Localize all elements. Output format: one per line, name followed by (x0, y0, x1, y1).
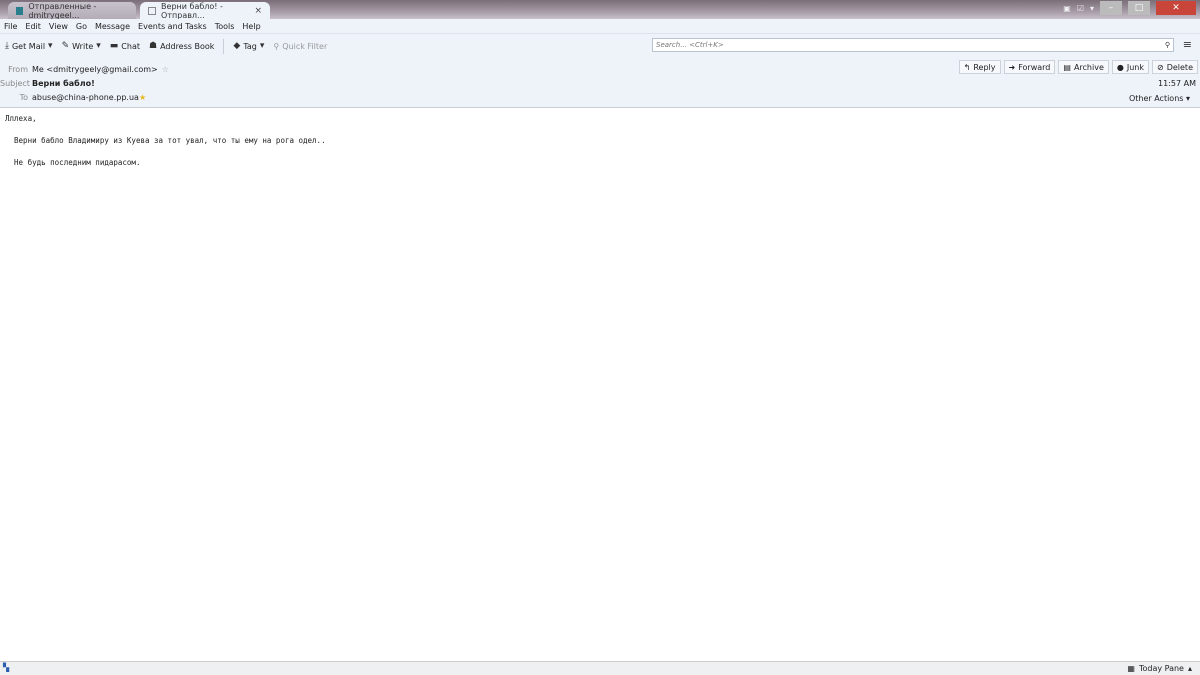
close-window-button[interactable]: ✕ (1156, 1, 1196, 15)
tag-icon: ◆ (233, 41, 241, 51)
other-actions-button[interactable]: Other Actions ▾ (1129, 94, 1190, 103)
folder-icon (16, 6, 24, 15)
from-label: From (8, 65, 28, 74)
from-value[interactable]: Me <dmitrygeely@gmail.com> (32, 65, 158, 74)
label: Chat (121, 41, 140, 51)
delete-icon: ⊘ (1157, 62, 1164, 72)
label: Archive (1073, 62, 1104, 72)
to-label: To (19, 93, 28, 102)
address-book-button[interactable]: ☗ Address Book (149, 41, 214, 51)
chat-button[interactable]: ▬ Chat (110, 41, 140, 51)
message-body: Лллеха, Верни бабло Владимиру из Куева з… (5, 114, 326, 180)
tab-label: Верни бабло! - Отправл... (161, 1, 223, 20)
forward-button[interactable]: ➜ Forward (1003, 60, 1056, 74)
chevron-down-icon[interactable]: ▾ (48, 41, 53, 51)
label: Forward (1018, 62, 1051, 72)
get-mail-button[interactable]: ⤓ Get Mail ▾ (5, 41, 53, 51)
menu-file[interactable]: File (4, 22, 17, 31)
divider (223, 38, 225, 54)
junk-icon: ● (1116, 62, 1124, 72)
menu-go[interactable]: Go (76, 22, 87, 31)
chat-icon: ▬ (109, 41, 119, 51)
download-icon: ⤓ (5, 41, 9, 51)
search-icon: ⚲ (273, 41, 280, 51)
menu-view[interactable]: View (49, 22, 68, 31)
star-icon[interactable]: ★ (139, 93, 146, 102)
message-time: 11:57 AM (1158, 79, 1196, 88)
tasks-icon[interactable]: ☑ (1077, 4, 1084, 13)
chevron-down-icon: ▾ (1185, 94, 1190, 103)
envelope-icon (148, 6, 157, 15)
tab-label: Отправленные - dmitrygeel... (28, 1, 97, 20)
subject-label: Subject (0, 79, 30, 88)
to-value[interactable]: abuse@china-phone.pp.ua (32, 93, 139, 102)
archive-button[interactable]: ▤ Archive (1058, 60, 1109, 74)
tab-message[interactable]: Верни бабло! - Отправл... × (140, 1, 270, 20)
minimize-button[interactable]: – (1100, 1, 1122, 15)
label: Quick Filter (282, 41, 328, 51)
body-line: Не будь последним пидарасом. (5, 158, 141, 167)
forward-icon: ➜ (1008, 62, 1016, 72)
star-icon[interactable]: ☆ (162, 65, 169, 74)
chevron-down-icon[interactable]: ▾ (96, 41, 101, 51)
menu-icon[interactable]: ≡ (1183, 39, 1192, 50)
archive-icon: ▤ (1063, 62, 1071, 72)
chevron-up-icon: ▴ (1187, 664, 1192, 673)
label: Delete (1166, 62, 1193, 72)
reply-icon: ↰ (963, 62, 971, 72)
tab-sent[interactable]: Отправленные - dmitrygeel... (8, 1, 136, 20)
label: Tag (243, 41, 257, 51)
chevron-down-icon[interactable]: ▾ (1090, 4, 1094, 13)
reply-button[interactable]: ↰ Reply (958, 60, 1001, 74)
delete-button[interactable]: ⊘ Delete (1152, 60, 1198, 74)
label: Reply (973, 62, 996, 72)
quick-filter-button[interactable]: ⚲ Quick Filter (273, 42, 327, 51)
body-line: Лллеха, (5, 114, 37, 123)
menu-tools[interactable]: Tools (215, 22, 235, 31)
calendar-icon[interactable]: ▣ (1063, 4, 1071, 13)
menu-help[interactable]: Help (242, 22, 260, 31)
label: Today Pane (1138, 664, 1184, 673)
label: Get Mail (11, 41, 46, 51)
connection-icon[interactable]: ▚ (3, 663, 9, 672)
search-placeholder: Search... <Ctrl+K> (656, 41, 724, 49)
search-icon[interactable]: ⚲ (1165, 39, 1170, 51)
calendar-icon: ▦ (1127, 664, 1135, 673)
label: Address Book (160, 41, 215, 51)
message-header: From Me <dmitrygeely@gmail.com> ☆ Subject В… (0, 58, 1200, 108)
title-bar: Отправленные - dmitrygeel... Верни бабло… (0, 0, 1200, 20)
tag-button[interactable]: ◆ Tag ▾ (233, 41, 264, 51)
status-bar: ▚ ▦ Today Pane ▴ (0, 661, 1200, 675)
label: Other Actions (1128, 94, 1184, 103)
chevron-down-icon: ▾ (259, 41, 265, 51)
write-button[interactable]: ✎ Write ▾ (62, 41, 101, 51)
today-pane-button[interactable]: ▦ Today Pane ▴ (1127, 664, 1192, 673)
menu-edit[interactable]: Edit (25, 22, 41, 31)
menu-bar: File Edit View Go Message Events and Tas… (0, 19, 1200, 33)
subject-value: Верни бабло! (32, 79, 95, 88)
junk-button[interactable]: ● Junk (1111, 60, 1149, 74)
contacts-icon: ☗ (149, 41, 158, 51)
menu-message[interactable]: Message (95, 22, 130, 31)
pencil-icon: ✎ (61, 41, 70, 51)
close-tab-icon[interactable]: × (254, 6, 262, 16)
search-input[interactable]: Search... <Ctrl+K> ⚲ (652, 38, 1174, 52)
maximize-button[interactable]: □ (1128, 1, 1150, 15)
label: Write (72, 41, 94, 51)
menu-events-tasks[interactable]: Events and Tasks (138, 22, 207, 31)
label: Junk (1126, 62, 1144, 72)
body-line: Верни бабло Владимиру из Куева за тот ув… (5, 136, 326, 145)
